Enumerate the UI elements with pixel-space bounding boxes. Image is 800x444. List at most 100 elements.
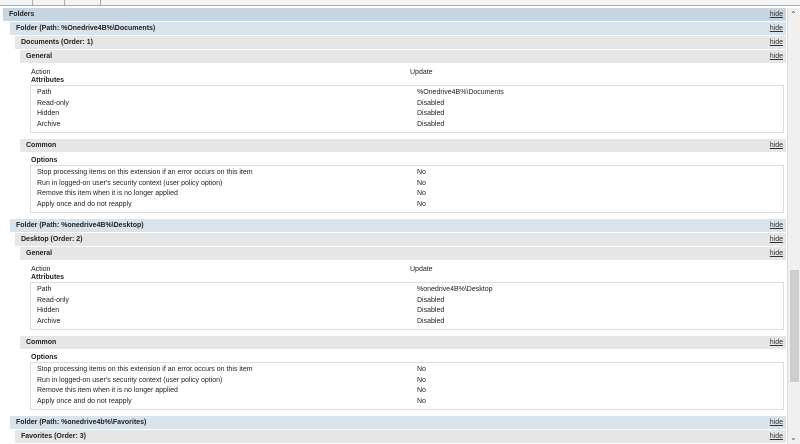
table-row: Hidden Disabled <box>31 109 783 120</box>
table-row: Hidden Disabled <box>31 306 783 317</box>
hide-link[interactable]: hide <box>770 219 783 233</box>
tab-3[interactable] <box>65 0 101 6</box>
scroll-up-icon[interactable]: ⌃ <box>790 10 797 19</box>
attribute-name: Read-only <box>37 99 69 107</box>
folder-item-header-title: Favorites (Order: 3) <box>21 433 86 440</box>
action-row: Action Update <box>20 68 786 77</box>
general-section: Action Update Attributes Path %Onedrive4B%… <box>20 64 786 139</box>
hide-link[interactable]: hide <box>770 22 783 36</box>
option-name: Apply once and do not reapply <box>37 397 132 405</box>
attribute-value: Disabled <box>417 110 445 117</box>
folder-item-header: Desktop (Order: 2) hide <box>15 233 786 247</box>
table-row: Path %Onedrive4B%\Documents <box>31 88 783 99</box>
attribute-name: Hidden <box>37 110 60 117</box>
options-heading: Options <box>31 157 58 164</box>
table-row: Apply once and do not reapply No <box>31 200 783 211</box>
tab-1[interactable] <box>0 0 33 6</box>
table-row: Remove this item when it is no longer ap… <box>31 189 783 200</box>
scroll-thumb[interactable] <box>790 270 799 382</box>
common-section-header: Common hide <box>20 139 786 153</box>
folder-item-header-title: Documents (Order: 1) <box>21 39 93 46</box>
option-value: No <box>417 387 426 394</box>
attributes-heading: Attributes <box>31 77 65 84</box>
action-label: Action <box>31 69 51 76</box>
vertical-scrollbar[interactable]: ⌃ ⌄ <box>787 8 800 444</box>
option-value: No <box>417 169 426 176</box>
attribute-value: %onedrive4B%\Desktop <box>417 286 493 293</box>
table-row: Archive Disabled <box>31 120 783 131</box>
folder-header-title: Folder (Path: %onedrive4b%\Favorites) <box>16 419 147 426</box>
report-content: Folders hide Folder (Path: %Onedrive4B%\D… <box>0 8 786 444</box>
option-value: No <box>417 179 426 187</box>
option-name: Run in logged-on user's security context… <box>37 376 223 384</box>
attribute-value: Disabled <box>417 307 445 314</box>
hide-link[interactable]: hide <box>770 247 783 261</box>
folder-header: Folder (Path: %Onedrive4B%\Documents) hid… <box>10 22 786 36</box>
option-value: No <box>417 376 426 384</box>
folder-item-header: Favorites (Order: 3) hide <box>15 430 786 444</box>
option-value: No <box>417 190 426 197</box>
folder-header-title: Folder (Path: %Onedrive4B%\Documents) <box>16 25 156 32</box>
common-section: Options Stop processing items on this ex… <box>20 153 786 219</box>
action-value: Update <box>410 266 433 273</box>
attribute-name: Archive <box>37 120 61 128</box>
option-value: No <box>417 366 426 373</box>
attribute-name: Read-only <box>37 296 69 304</box>
attributes-table: Path %Onedrive4B%\Documents Read-only Disab… <box>30 85 784 133</box>
table-row: Path %onedrive4B%\Desktop <box>31 285 783 296</box>
table-row: Stop processing items on this extension … <box>31 168 783 179</box>
options-table: Stop processing items on this extension … <box>30 165 784 213</box>
general-section-header-title: General <box>26 53 53 60</box>
table-row: Read-only Disabled <box>31 296 783 307</box>
attributes-table: Path %onedrive4B%\Desktop Read-only Disable… <box>30 282 784 330</box>
folder-item-header-title: Desktop (Order: 2) <box>21 236 83 243</box>
hide-link[interactable]: hide <box>770 50 783 64</box>
tab-strip <box>0 0 800 6</box>
action-value: Update <box>410 69 433 76</box>
option-value: No <box>417 397 426 405</box>
attribute-value: Disabled <box>417 120 445 128</box>
option-name: Stop processing items on this extension … <box>37 366 253 373</box>
attributes-heading: Attributes <box>31 274 65 281</box>
hide-link[interactable]: hide <box>770 139 783 153</box>
action-label: Action <box>31 266 51 273</box>
table-row: Run in logged-on user's security context… <box>31 376 783 387</box>
scroll-down-icon[interactable]: ⌄ <box>790 433 797 442</box>
folder-header: Folder (Path: %onedrive4b%\Favorites) hid… <box>10 416 786 430</box>
table-row: Apply once and do not reapply No <box>31 397 783 408</box>
attribute-name: Path <box>37 286 52 293</box>
table-row: Run in logged-on user's security context… <box>31 179 783 190</box>
action-row: Action Update <box>20 265 786 274</box>
hide-link[interactable]: hide <box>770 430 783 444</box>
hide-link[interactable]: hide <box>770 336 783 350</box>
attribute-value: %Onedrive4B%\Documents <box>417 89 504 96</box>
hide-link[interactable]: hide <box>770 36 783 50</box>
table-row: Remove this item when it is no longer ap… <box>31 386 783 397</box>
option-name: Apply once and do not reapply <box>37 200 132 208</box>
folder-header: Folder (Path: %onedrive4B%\Desktop) hide <box>10 219 786 233</box>
hide-link[interactable]: hide <box>770 233 783 247</box>
attribute-value: Disabled <box>417 99 445 107</box>
option-name: Stop processing items on this extension … <box>37 169 253 176</box>
tab-2[interactable] <box>33 0 65 6</box>
attribute-name: Archive <box>37 317 61 325</box>
common-section-header-title: Common <box>26 339 57 346</box>
common-section: Options Stop processing items on this ex… <box>20 350 786 416</box>
table-row: Read-only Disabled <box>31 99 783 110</box>
options-heading: Options <box>31 354 58 361</box>
attribute-value: Disabled <box>417 296 445 304</box>
option-value: No <box>417 200 426 208</box>
attribute-name: Hidden <box>37 307 60 314</box>
table-row: Archive Disabled <box>31 317 783 328</box>
hide-link[interactable]: hide <box>770 416 783 430</box>
option-name: Remove this item when it is no longer ap… <box>37 387 178 394</box>
hide-link[interactable]: hide <box>770 8 783 22</box>
folders-header: Folders hide <box>3 8 786 22</box>
option-name: Run in logged-on user's security context… <box>37 179 223 187</box>
general-section-header: General hide <box>20 247 786 261</box>
common-section-header: Common hide <box>20 336 786 350</box>
attribute-name: Path <box>37 89 52 96</box>
general-section: Action Update Attributes Path %onedrive4B%… <box>20 261 786 336</box>
folder-header-title: Folder (Path: %onedrive4B%\Desktop) <box>16 222 144 229</box>
general-section-header: General hide <box>20 50 786 64</box>
